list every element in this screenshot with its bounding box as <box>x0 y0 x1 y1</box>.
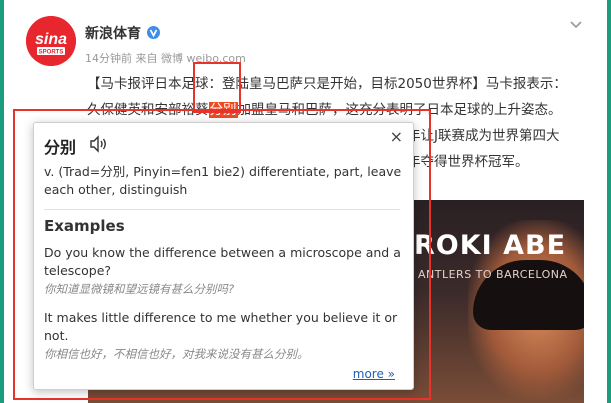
divider <box>44 209 400 210</box>
chevron-down-icon[interactable] <box>569 20 583 30</box>
example-2-en: It makes little difference to me whether… <box>44 310 398 343</box>
image-title-text: ROKI ABE <box>414 230 567 261</box>
example-1-zh: 你知道显微镜和望远镜有甚么分别吗? <box>44 282 235 296</box>
more-link[interactable]: more » <box>353 367 395 381</box>
speaker-icon[interactable] <box>89 135 109 153</box>
popup-word: 分别 <box>44 138 77 157</box>
logo-subtext: SPORTS <box>39 50 64 56</box>
image-subtitle-text: ANTLERS TO BARCELONA <box>418 268 568 281</box>
sina-sports-logo-icon: sina SPORTS <box>26 16 76 66</box>
close-icon[interactable]: × <box>390 127 403 146</box>
example-1: Do you know the difference between a mic… <box>44 244 404 298</box>
verified-badge-icon <box>147 26 160 39</box>
examples-heading: Examples <box>44 217 125 235</box>
example-2-zh: 你相信也好，不相信也好，对我来说没有甚么分别。 <box>44 347 309 361</box>
author-name[interactable]: 新浪体育 <box>85 23 160 43</box>
dictionary-popup: 分别 × v. (Trad=分別, Pinyin=fen1 bie2) diff… <box>33 122 414 390</box>
example-1-en: Do you know the difference between a mic… <box>44 245 401 278</box>
avatar[interactable]: sina SPORTS <box>26 16 76 66</box>
post-line-1: 【马卡报评日本足球：登陆皇马巴萨只是开始，目标2050世界杯】马卡报表示： <box>87 76 567 92</box>
window-border-right <box>607 0 611 403</box>
logo-text: sina <box>35 31 67 48</box>
popup-definition: v. (Trad=分別, Pinyin=fen1 bie2) different… <box>44 164 402 197</box>
author-name-label: 新浪体育 <box>85 26 141 42</box>
highlight-annotation-box <box>193 62 241 113</box>
screenshot-frame: sina SPORTS 新浪体育 14分钟前 来自 微博 weibo.com 【… <box>0 0 611 403</box>
example-2: It makes little difference to me whether… <box>44 309 404 363</box>
